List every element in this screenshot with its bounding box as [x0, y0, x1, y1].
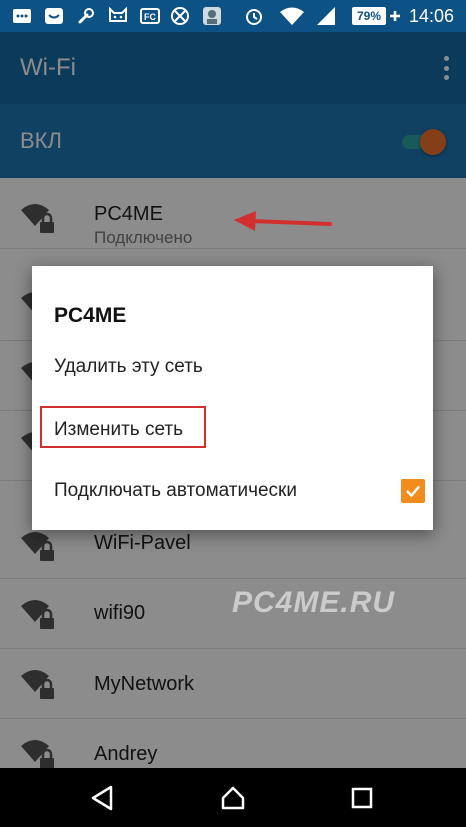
checkmark-icon	[406, 485, 420, 498]
auto-connect-checkbox[interactable]	[401, 479, 425, 503]
home-icon[interactable]	[217, 782, 249, 814]
forget-network-option[interactable]: Удалить эту сеть	[54, 355, 203, 379]
recents-icon[interactable]	[346, 782, 378, 814]
auto-connect-option[interactable]: Подключать автоматически	[54, 479, 297, 503]
modify-highlight-box	[40, 406, 206, 448]
dialog-title: PC4ME	[54, 304, 127, 327]
back-icon[interactable]	[86, 782, 118, 814]
navigation-bar	[0, 768, 466, 827]
arrow-to-connected-network	[234, 211, 332, 231]
network-options-dialog: PC4ME Удалить эту сеть Изменить сеть Под…	[32, 266, 433, 530]
